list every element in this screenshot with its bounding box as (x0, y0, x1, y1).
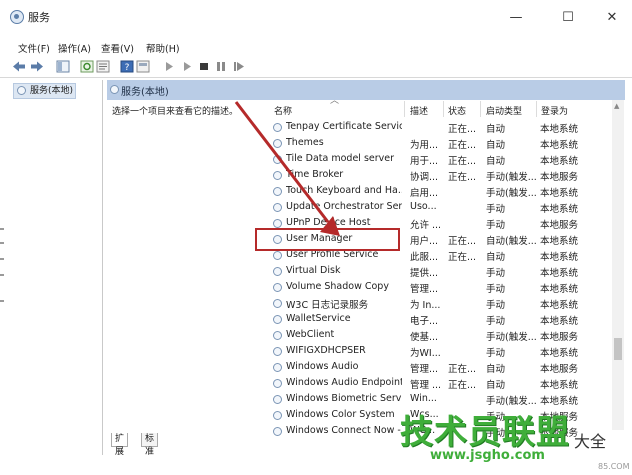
watermark-url-fragment: 85.COM (598, 462, 630, 471)
annotation-highlight-box (255, 228, 400, 251)
watermark-url: www.jsgho.com (430, 448, 545, 463)
watermark-subtitle: 大全 (574, 432, 607, 451)
watermark-brand: 技术员联盟 (400, 412, 570, 451)
